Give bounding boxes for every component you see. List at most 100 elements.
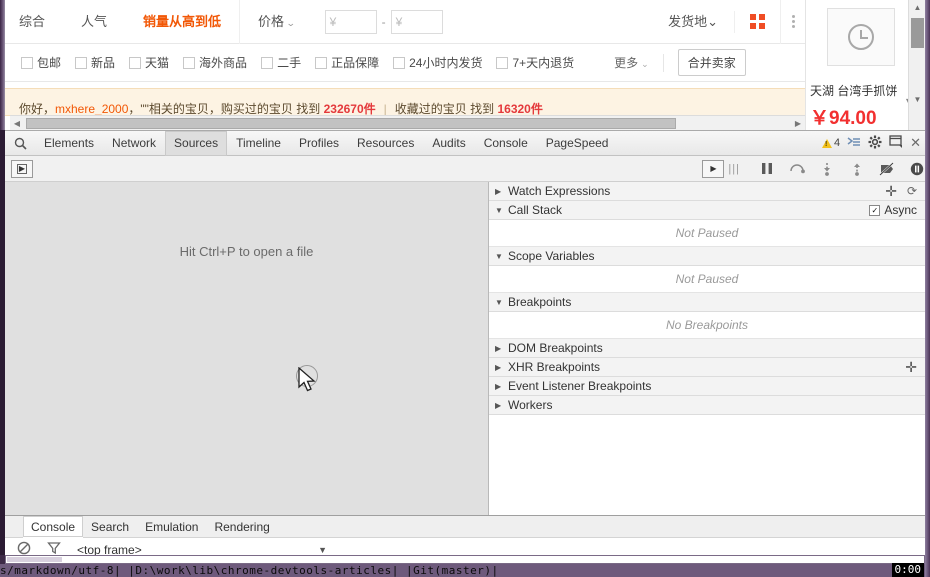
drawer-tab-rendering[interactable]: Rendering: [206, 516, 277, 538]
step-into-button[interactable]: [818, 160, 835, 177]
chevron-right-icon: ▶: [495, 186, 502, 196]
sort-option-sales-desc[interactable]: 销量从高到低: [125, 0, 241, 44]
sort-option-price[interactable]: 价格 ⌄: [240, 0, 313, 44]
tab-timeline[interactable]: Timeline: [227, 131, 290, 156]
section-xhr-breakpoints[interactable]: ▶ XHR Breakpoints ✛: [489, 358, 925, 377]
scrollbar-thumb[interactable]: [7, 557, 62, 562]
sort-bar-right-group: 发货地⌄: [652, 0, 805, 44]
page-horizontal-scrollbar[interactable]: ◀ ▶: [10, 115, 805, 130]
banner-middle-text: ，""相关的宝贝，购买过的宝贝 找到: [128, 102, 321, 116]
chevron-right-icon: ▶: [495, 381, 502, 391]
refresh-icon[interactable]: ⟳: [907, 184, 917, 198]
source-editor-placeholder[interactable]: Hit Ctrl+P to open a file: [5, 182, 489, 515]
section-call-stack[interactable]: ▼ Call Stack ✓ Async: [489, 201, 925, 220]
product-title[interactable]: 天湖 台湾手抓饼: [806, 82, 915, 99]
tab-pagespeed[interactable]: PageSpeed: [537, 131, 618, 156]
checkbox-icon[interactable]: [261, 56, 274, 69]
warning-count-badge[interactable]: 4: [821, 137, 840, 149]
add-watch-expression-icon[interactable]: ✛: [885, 184, 897, 198]
page-vertical-scrollbar[interactable]: ▲ ▼: [908, 0, 925, 130]
tab-profiles[interactable]: Profiles: [290, 131, 348, 156]
section-event-listener-breakpoints[interactable]: ▶ Event Listener Breakpoints: [489, 377, 925, 396]
dock-icon[interactable]: [889, 135, 903, 151]
console-drawer-icon[interactable]: [847, 136, 861, 151]
add-xhr-breakpoint-icon[interactable]: ✛: [905, 360, 917, 374]
section-watch-expressions[interactable]: ▶ Watch Expressions ✛ ⟳: [489, 182, 925, 201]
tab-sources[interactable]: Sources: [165, 131, 228, 156]
hide-navigator-button[interactable]: ▶: [702, 159, 725, 178]
splitter-grip-icon[interactable]: |||: [728, 163, 740, 175]
checkbox-icon[interactable]: ✓: [869, 204, 881, 216]
checkbox-icon[interactable]: [75, 56, 88, 69]
checkbox-icon[interactable]: [393, 56, 406, 69]
section-breakpoints[interactable]: ▼ Breakpoints: [489, 293, 925, 312]
pause-on-exceptions-button[interactable]: [908, 160, 925, 177]
filter-icon[interactable]: [47, 541, 61, 555]
section-title: Breakpoints: [508, 295, 572, 309]
drawer-tab-console[interactable]: Console: [23, 515, 84, 538]
devtools-toolbar-right: 4 ✕: [821, 135, 925, 152]
chevron-down-icon: ▼: [495, 297, 503, 307]
scroll-left-arrow-icon[interactable]: ◀: [10, 116, 24, 130]
scroll-right-arrow-icon[interactable]: ▶: [791, 116, 805, 130]
sort-option-label: 销量从高到低: [143, 13, 222, 29]
price-max-input[interactable]: ¥: [390, 9, 443, 34]
scroll-down-arrow-icon[interactable]: ▼: [909, 92, 926, 107]
merge-sellers-button[interactable]: 合并卖家: [677, 49, 746, 76]
mouse-cursor-icon: [298, 367, 316, 392]
clear-console-icon[interactable]: [17, 541, 31, 555]
debugger-controls: [746, 160, 925, 177]
filter-overseas[interactable]: 海外商品: [183, 54, 247, 71]
filter-label: 正品保障: [331, 56, 380, 70]
step-out-button[interactable]: [848, 160, 865, 177]
checkbox-icon[interactable]: [315, 56, 328, 69]
filter-secondhand[interactable]: 二手: [261, 54, 301, 71]
filter-authentic[interactable]: 正品保障: [315, 54, 379, 71]
scroll-up-arrow-icon[interactable]: ▲: [909, 0, 926, 15]
tab-audits[interactable]: Audits: [423, 131, 474, 156]
filter-return-7days[interactable]: 7+天内退货: [496, 54, 574, 71]
drawer-tab-search[interactable]: Search: [83, 516, 137, 538]
chevron-right-icon: ▶: [495, 400, 502, 410]
more-filters-link[interactable]: 更多 ⌄: [614, 54, 649, 71]
checkbox-icon[interactable]: [21, 56, 33, 69]
editor-horizontal-scrollbar[interactable]: [5, 555, 925, 564]
debugger-sidebar: ▶ Watch Expressions ✛ ⟳ ▼ Call Stack ✓ A…: [489, 182, 925, 515]
show-navigator-button[interactable]: ▶: [11, 159, 33, 178]
more-options-button[interactable]: [781, 0, 805, 44]
section-workers[interactable]: ▶ Workers: [489, 396, 925, 415]
tab-console[interactable]: Console: [475, 131, 537, 156]
pause-resume-button[interactable]: [758, 160, 775, 177]
grid-view-toggle[interactable]: [735, 0, 781, 44]
tab-network[interactable]: Network: [103, 131, 165, 156]
async-toggle[interactable]: ✓ Async: [869, 203, 917, 217]
filter-ship-24h[interactable]: 24小时内发货: [393, 54, 482, 71]
frame-selector-value: <top frame>: [77, 542, 142, 556]
frame-selector[interactable]: <top frame> ▼: [77, 543, 327, 556]
ship-from-dropdown[interactable]: 发货地⌄: [652, 10, 735, 33]
section-title: Call Stack: [508, 203, 563, 217]
filter-xinpin[interactable]: 新品: [75, 54, 115, 71]
step-over-button[interactable]: [788, 160, 805, 177]
sort-option-renqi[interactable]: 人气: [63, 0, 125, 44]
devtools-tabbar: Elements Network Sources Timeline Profil…: [5, 131, 925, 156]
filter-tmall[interactable]: 天猫: [129, 54, 169, 71]
checkbox-icon[interactable]: [183, 56, 196, 69]
close-icon[interactable]: ✕: [910, 135, 921, 151]
sort-option-zonghe[interactable]: 综合: [5, 0, 63, 44]
tab-elements[interactable]: Elements: [35, 131, 103, 156]
product-thumbnail[interactable]: [826, 8, 895, 66]
price-min-input[interactable]: ¥: [324, 9, 377, 34]
checkbox-icon[interactable]: [129, 56, 142, 69]
gear-icon[interactable]: [868, 135, 882, 152]
checkbox-icon[interactable]: [496, 56, 509, 69]
section-scope-variables[interactable]: ▼ Scope Variables: [489, 247, 925, 266]
drawer-tab-emulation[interactable]: Emulation: [137, 516, 206, 538]
section-dom-breakpoints[interactable]: ▶ DOM Breakpoints: [489, 339, 925, 358]
tab-resources[interactable]: Resources: [348, 131, 423, 156]
filter-baoyou[interactable]: 包邮: [21, 54, 61, 71]
scrollbar-thumb[interactable]: [26, 117, 676, 129]
deactivate-breakpoints-button[interactable]: [878, 160, 895, 177]
vertical-scrollbar-thumb[interactable]: [911, 18, 924, 48]
search-icon[interactable]: [5, 131, 35, 156]
